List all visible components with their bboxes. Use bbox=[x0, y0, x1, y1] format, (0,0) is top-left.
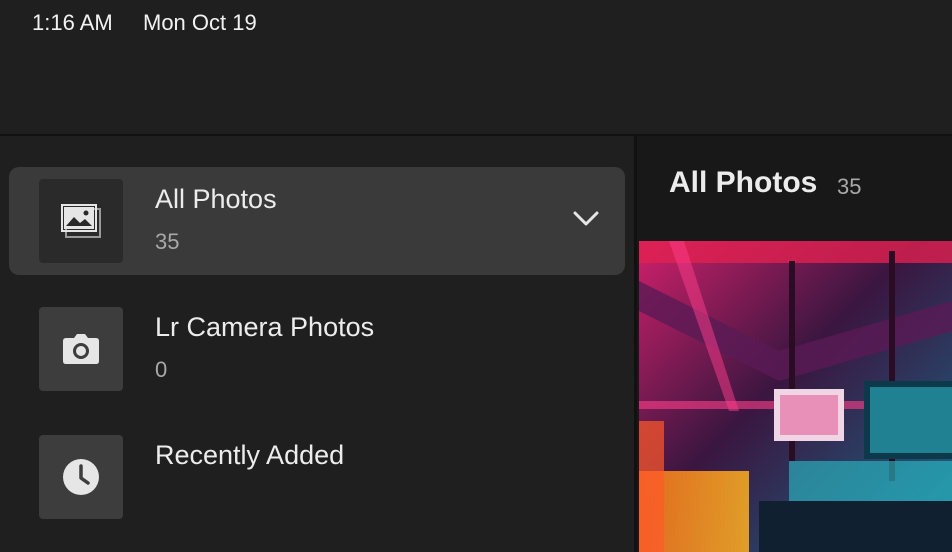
photos-icon bbox=[39, 179, 123, 263]
status-date: Mon Oct 19 bbox=[143, 10, 257, 35]
clock-icon bbox=[39, 435, 123, 519]
album-count: 35 bbox=[155, 229, 180, 254]
photo-grid-pane: All Photos 35 bbox=[637, 136, 952, 552]
album-title: Recently Added bbox=[155, 440, 345, 470]
photo-thumbnail[interactable] bbox=[639, 241, 952, 552]
album-item-recently-added[interactable]: Recently Added bbox=[9, 423, 625, 531]
chevron-down-icon[interactable] bbox=[571, 207, 601, 231]
album-item-lr-camera-photos[interactable]: Lr Camera Photos 0 bbox=[9, 295, 625, 403]
album-item-all-photos[interactable]: All Photos 35 bbox=[9, 167, 625, 275]
album-count: 0 bbox=[155, 357, 168, 382]
album-title: All Photos bbox=[155, 184, 277, 214]
page-title: All Photos bbox=[669, 166, 818, 199]
album-title: Lr Camera Photos bbox=[155, 312, 375, 342]
album-sidebar: All Photos 35 Lr Camera Photos 0 Recentl… bbox=[0, 136, 634, 552]
photo-count: 35 bbox=[837, 174, 862, 199]
camera-icon bbox=[39, 307, 123, 391]
status-time: 1:16 AM bbox=[32, 10, 113, 35]
status-bar: 1:16 AM Mon Oct 19 bbox=[0, 0, 952, 136]
